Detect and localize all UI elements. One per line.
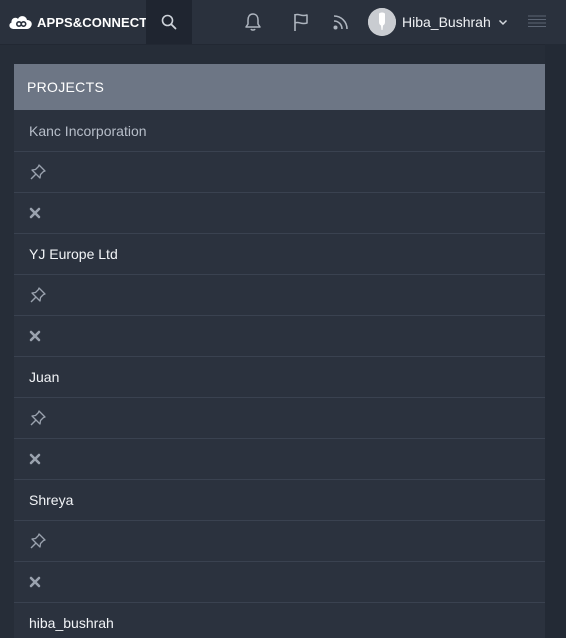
remove-project-button[interactable] — [14, 315, 545, 356]
brand-name: APPS&CONNECT — [37, 14, 148, 30]
close-icon — [29, 330, 41, 342]
projects-panel: PROJECTS Kanc Incorporation YJ Europe Lt… — [14, 64, 545, 638]
chevron-down-icon — [498, 19, 507, 25]
pin-icon — [30, 533, 46, 549]
pin-icon — [30, 164, 46, 180]
user-name: Hiba_Bushrah — [402, 14, 491, 30]
brand-logo[interactable]: APPS&CONNECT — [8, 12, 147, 32]
flag-icon — [294, 13, 308, 31]
close-icon — [29, 576, 41, 588]
user-avatar-icon — [368, 8, 396, 36]
panel-title: PROJECTS — [14, 64, 545, 110]
remove-project-button[interactable] — [14, 438, 545, 479]
rss-icon — [333, 15, 348, 30]
pin-icon — [30, 287, 46, 303]
remove-project-button[interactable] — [14, 192, 545, 233]
search-icon — [161, 14, 177, 30]
hamburger-menu-icon — [528, 15, 546, 27]
close-icon — [29, 207, 41, 219]
search-button[interactable] — [146, 0, 192, 44]
pin-icon — [30, 410, 46, 426]
main-menu-button[interactable] — [528, 14, 546, 30]
pin-project-button[interactable] — [14, 520, 545, 561]
project-name[interactable]: Shreya — [14, 479, 545, 520]
feed-button[interactable] — [330, 11, 352, 33]
flag-button[interactable] — [290, 11, 312, 33]
project-name[interactable]: Kanc Incorporation — [14, 110, 545, 151]
pin-project-button[interactable] — [14, 397, 545, 438]
remove-project-button[interactable] — [14, 561, 545, 602]
close-icon — [29, 453, 41, 465]
notifications-button[interactable] — [242, 11, 264, 33]
project-name[interactable]: Juan — [14, 356, 545, 397]
bell-icon — [245, 13, 261, 31]
page-scroll-area — [545, 44, 566, 638]
pin-project-button[interactable] — [14, 274, 545, 315]
user-menu[interactable]: Hiba_Bushrah — [368, 7, 508, 37]
project-name[interactable]: hiba_bushrah — [14, 602, 545, 638]
cloud-logo-icon — [9, 16, 32, 29]
top-navigation-bar: APPS&CONNECT Hiba_Bushrah — [0, 0, 566, 45]
project-name[interactable]: YJ Europe Ltd — [14, 233, 545, 274]
pin-project-button[interactable] — [14, 151, 545, 192]
avatar — [368, 8, 396, 36]
